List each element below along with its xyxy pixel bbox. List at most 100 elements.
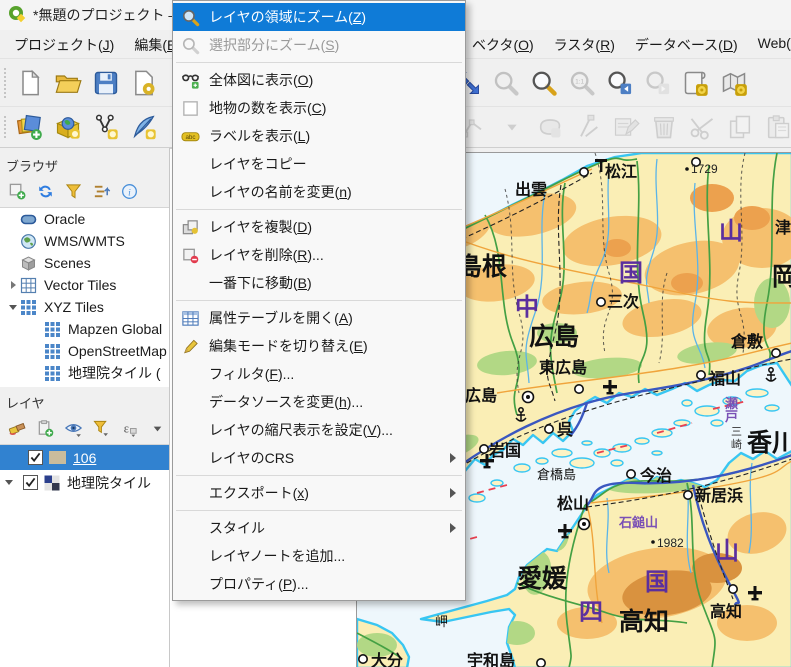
layer-visibility-checkbox[interactable] xyxy=(23,475,38,490)
zoom-to-layer-button[interactable] xyxy=(528,67,560,99)
map-label: 中 xyxy=(515,294,539,321)
manage-visibility-button[interactable] xyxy=(64,419,83,438)
context-menu-item-3[interactable]: 全体図に表示(O) xyxy=(173,66,465,94)
map-label: 広島 xyxy=(529,322,579,351)
new-spatialite-layer-button[interactable] xyxy=(128,111,160,143)
add-selected-layer-button[interactable] xyxy=(8,182,27,201)
menubar-item-right-2[interactable]: データベース(D) xyxy=(625,30,748,58)
context-menu-item-9[interactable]: レイヤを複製(D) xyxy=(173,213,465,241)
properties-info-button[interactable]: i xyxy=(120,182,139,201)
toolbar-grip[interactable] xyxy=(3,67,7,98)
context-menu-item-1: 選択部分にズーム(S) xyxy=(173,31,465,59)
layer-context-menu: レイヤの領域にズーム(Z) 選択部分にズーム(S) 全体図に表示(O) 地物の数を表示… xyxy=(172,0,466,601)
no-icon xyxy=(181,392,205,412)
filter-legend-button[interactable] xyxy=(92,419,111,438)
oracle-icon xyxy=(20,211,37,228)
town-marker xyxy=(358,653,368,664)
expander-open-icon[interactable] xyxy=(2,480,15,485)
town-marker xyxy=(695,370,706,381)
browser-item-wms-wmts[interactable]: WMS/WMTS xyxy=(0,230,169,252)
context-menu-item-15[interactable]: フィルタ(F)... xyxy=(173,360,465,388)
context-menu-item-10[interactable]: レイヤを削除(R)... xyxy=(173,241,465,269)
filter-browser-button[interactable] xyxy=(64,182,83,201)
context-menu-item-5[interactable]: abc ラベルを表示(L) xyxy=(173,122,465,150)
layer-row-106[interactable]: 106 xyxy=(0,445,169,470)
map-label: 倉敷 xyxy=(730,332,764,351)
browser-item-openstreetmap[interactable]: OpenStreetMap xyxy=(0,340,169,362)
toolbar-grip[interactable] xyxy=(3,115,7,139)
svg-text:ε: ε xyxy=(124,421,129,435)
save-project-button[interactable] xyxy=(90,67,122,99)
context-menu-item-22[interactable]: スタイル xyxy=(173,514,465,542)
new-shapefile-layer-button[interactable] xyxy=(90,111,122,143)
zoom-last-button[interactable] xyxy=(604,67,636,99)
new-geopackage-layer-button[interactable] xyxy=(52,111,84,143)
menu-separator xyxy=(176,209,462,210)
menu-zoom-icon xyxy=(181,35,205,55)
collapse-all-button[interactable] xyxy=(92,182,111,201)
window-title: *無題のプロジェクト — xyxy=(33,7,183,23)
left-dock: ブラウザ i Oracle WMS/WMTS Scenes Vector Tiles X… xyxy=(0,148,170,667)
map-label: 今治 xyxy=(639,466,672,485)
map-label: 香川 xyxy=(747,429,791,457)
context-menu-item-13[interactable]: 属性テーブルを開く(A) xyxy=(173,304,465,332)
browser-item-mapzen-global[interactable]: Mapzen Global xyxy=(0,318,169,340)
browser-item-xyz-tiles[interactable]: XYZ Tiles xyxy=(0,296,169,318)
add-group-button[interactable] xyxy=(36,419,55,438)
map-label: 国 xyxy=(619,260,643,287)
new-print-layout-button[interactable] xyxy=(680,67,712,99)
project-properties-button[interactable] xyxy=(128,67,160,99)
context-menu-item-14[interactable]: 編集モードを切り替え(E) xyxy=(173,332,465,360)
filter-expression-button[interactable]: ε xyxy=(120,419,139,438)
show-layout-manager-button[interactable] xyxy=(718,67,750,99)
new-project-button[interactable] xyxy=(14,67,46,99)
copy-features-button xyxy=(724,111,756,143)
browser-item-label: XYZ Tiles xyxy=(44,299,104,315)
town-marker xyxy=(536,658,546,667)
expander-closed-icon[interactable] xyxy=(6,281,20,289)
browser-item-scenes[interactable]: Scenes xyxy=(0,252,169,274)
no-icon xyxy=(181,546,205,566)
town-marker xyxy=(770,348,781,359)
context-menu-item-18[interactable]: レイヤのCRS xyxy=(173,444,465,472)
browser-item-vector-tiles[interactable]: Vector Tiles xyxy=(0,274,169,296)
context-menu-item-7[interactable]: レイヤの名前を変更(n) xyxy=(173,178,465,206)
menu-checkbox-icon xyxy=(181,98,205,118)
context-menu-item-23[interactable]: レイヤノートを追加... xyxy=(173,542,465,570)
layer-row--[interactable]: 地理院タイル xyxy=(0,470,169,495)
context-menu-item-0[interactable]: レイヤの領域にズーム(Z) xyxy=(173,3,465,31)
scenes-icon xyxy=(20,255,37,272)
xyz-icon xyxy=(44,343,61,360)
context-menu-item-16[interactable]: データソースを変更(h)... xyxy=(173,388,465,416)
menu-item-label: プロパティ(P)... xyxy=(209,576,309,592)
svg-text:1:1: 1:1 xyxy=(575,78,584,85)
map-label: 三次 xyxy=(607,292,639,311)
context-menu-item-24[interactable]: プロパティ(P)... xyxy=(173,570,465,598)
layer-visibility-checkbox[interactable] xyxy=(28,450,43,465)
refresh-button[interactable] xyxy=(36,182,55,201)
expand-caret-button[interactable] xyxy=(148,419,167,438)
browser-item--[interactable]: 地理院タイル ( xyxy=(0,362,169,384)
menubar-item-right-3[interactable]: Web(W) xyxy=(748,30,791,58)
menu-item-label: 属性テーブルを開く(A) xyxy=(209,310,353,326)
layer-name-label: 地理院タイル xyxy=(67,474,151,491)
menu-item-label: レイヤの縮尺表示を設定(V)... xyxy=(209,422,393,438)
delete-selected-button xyxy=(648,111,680,143)
context-menu-item-17[interactable]: レイヤの縮尺表示を設定(V)... xyxy=(173,416,465,444)
map-label: 松江 xyxy=(605,162,637,181)
context-menu-item-6[interactable]: レイヤをコピー xyxy=(173,150,465,178)
menubar-item-left-0[interactable]: プロジェクト(J) xyxy=(4,30,124,58)
open-layer-styling-button[interactable] xyxy=(8,419,27,438)
menubar-item-right-0[interactable]: ベクタ(O) xyxy=(462,30,544,58)
context-menu-item-20[interactable]: エクスポート(x) xyxy=(173,479,465,507)
context-menu-item-4[interactable]: 地物の数を表示(C) xyxy=(173,94,465,122)
browser-item-oracle[interactable]: Oracle xyxy=(0,208,169,230)
data-source-manager-button[interactable] xyxy=(14,111,46,143)
open-project-button[interactable] xyxy=(52,67,84,99)
context-menu-item-11[interactable]: 一番下に移動(B) xyxy=(173,269,465,297)
map-label: 宇和島 xyxy=(467,651,515,667)
menubar-item-right-1[interactable]: ラスタ(R) xyxy=(544,30,625,58)
expander-open-icon[interactable] xyxy=(6,304,20,310)
svg-text:abc: abc xyxy=(185,133,195,140)
map-label: 1982 xyxy=(657,536,684,550)
